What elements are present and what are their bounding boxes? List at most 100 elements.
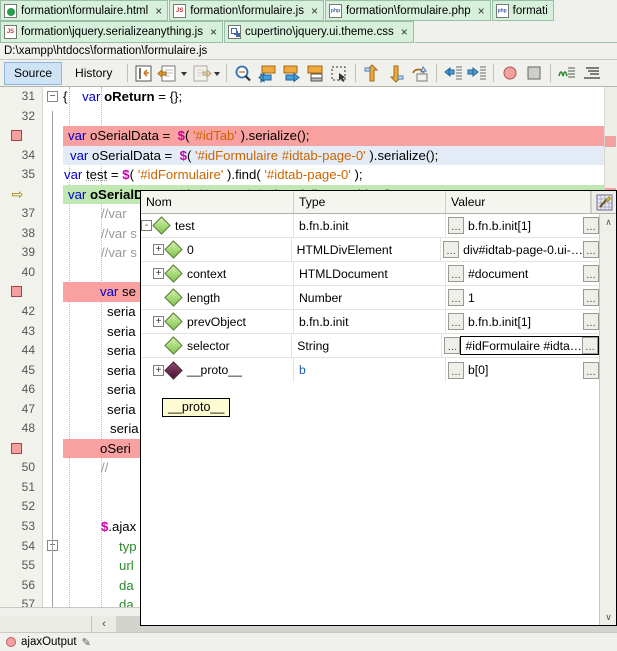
- rectangular-selection-icon[interactable]: [328, 63, 350, 84]
- expand-expander-icon[interactable]: +: [153, 316, 164, 327]
- expand-value-left-button[interactable]: …: [448, 265, 464, 282]
- expand-value-left-button[interactable]: …: [448, 289, 464, 306]
- previous-bookmark-icon[interactable]: [256, 63, 278, 84]
- variable-value-cell[interactable]: … #document …: [446, 262, 599, 285]
- variable-row[interactable]: length Number … 1 …: [141, 286, 599, 310]
- variable-row[interactable]: + __proto__ b … b[0] …: [141, 358, 599, 382]
- popup-vertical-scrollbar[interactable]: ∧ ∨: [599, 214, 616, 625]
- variable-value-cell[interactable]: … b.fn.b.init[1] …: [446, 214, 599, 237]
- breakpoint-marker[interactable]: [0, 439, 42, 459]
- tab-formulaire-php[interactable]: formation\formulaire.php ×: [324, 0, 491, 21]
- step-into-icon[interactable]: [385, 63, 407, 84]
- table-wizard-icon[interactable]: [591, 191, 616, 213]
- comment-icon[interactable]: [523, 63, 545, 84]
- expand-value-right-button[interactable]: …: [583, 265, 599, 282]
- expand-value-left-button[interactable]: …: [448, 217, 464, 234]
- variable-row[interactable]: + context HTMLDocument … #document …: [141, 262, 599, 286]
- toggle-breakpoint-icon[interactable]: [499, 63, 521, 84]
- expand-value-right-button[interactable]: …: [583, 361, 599, 379]
- output-status-bar[interactable]: ajaxOutput ✎: [0, 632, 617, 651]
- tab-close-icon[interactable]: ×: [401, 25, 408, 39]
- variable-value-cell[interactable]: … 1 …: [446, 286, 599, 309]
- toggle-highlight-icon[interactable]: [556, 63, 578, 84]
- expand-value-right-button[interactable]: …: [582, 337, 598, 354]
- no-expander-placeholder: [153, 340, 164, 351]
- breakpoint-marker[interactable]: [0, 126, 42, 146]
- line-number: 52: [21, 499, 35, 514]
- tab-close-icon[interactable]: ×: [311, 4, 318, 18]
- expand-value-left-button[interactable]: …: [448, 313, 464, 330]
- variable-name: length: [187, 290, 221, 305]
- error-stripe-marker[interactable]: [605, 136, 616, 147]
- tab-source[interactable]: Source: [4, 61, 63, 85]
- expand-value-left-button[interactable]: …: [443, 241, 460, 258]
- code-line: var test = $( '#idFormulaire' ).find( '#…: [64, 167, 363, 183]
- variable-name-cell[interactable]: + prevObject: [141, 310, 294, 333]
- edit-pencil-icon[interactable]: ✎: [82, 636, 91, 649]
- step-out-icon[interactable]: [361, 63, 383, 84]
- expand-expander-icon[interactable]: +: [153, 244, 164, 255]
- tab-close-icon[interactable]: ×: [478, 4, 485, 18]
- last-edit-icon[interactable]: [133, 63, 155, 84]
- tab-close-icon[interactable]: ×: [155, 4, 162, 18]
- step-over-icon[interactable]: [409, 63, 431, 84]
- variable-name-cell[interactable]: selector: [141, 334, 293, 357]
- variable-row[interactable]: - test b.fn.b.init … b.fn.b.init[1] …: [141, 214, 599, 238]
- column-header-type[interactable]: Type: [294, 191, 446, 213]
- shift-left-icon[interactable]: [442, 63, 464, 84]
- fold-collapse-icon[interactable]: −: [47, 91, 58, 102]
- breakpoint-icon[interactable]: [10, 286, 22, 298]
- js-file-icon: [4, 25, 17, 39]
- tab-jquery-serializeanything-js[interactable]: formation\jquery.serializeanything.js ×: [0, 21, 223, 43]
- variable-value-cell[interactable]: … b.fn.b.init[1] …: [446, 310, 599, 333]
- code-fold-column[interactable]: − −: [43, 87, 63, 607]
- breakpoint-marker[interactable]: [0, 282, 42, 302]
- variable-value-cell[interactable]: … #idFormulaire #idta… …: [442, 334, 599, 357]
- tab-history[interactable]: History: [66, 63, 121, 84]
- tab-formation-partial[interactable]: formati: [491, 0, 554, 21]
- forward-history-icon[interactable]: [190, 63, 213, 84]
- variable-name-cell[interactable]: length: [141, 286, 294, 309]
- hscroll-left-arrow[interactable]: ‹: [92, 616, 116, 632]
- next-bookmark-icon[interactable]: [280, 63, 302, 84]
- expand-expander-icon[interactable]: +: [153, 268, 164, 279]
- scroll-up-button[interactable]: ∧: [600, 214, 616, 230]
- breakpoint-icon[interactable]: [10, 442, 22, 454]
- column-header-value[interactable]: Valeur: [446, 191, 591, 213]
- tab-close-icon[interactable]: ×: [210, 25, 217, 39]
- variable-name-cell[interactable]: + __proto__: [141, 358, 294, 382]
- collapse-expander-icon[interactable]: -: [141, 220, 152, 231]
- toggle-bookmark-icon[interactable]: [304, 63, 326, 84]
- tab-jquery-ui-theme-css[interactable]: cupertino\jquery.ui.theme.css ×: [223, 21, 414, 43]
- back-history-icon[interactable]: [157, 63, 179, 84]
- tab-formulaire-html[interactable]: formation\formulaire.html ×: [0, 0, 169, 21]
- variable-value-cell[interactable]: … div#idtab-page-0.ui-… …: [441, 238, 599, 261]
- forward-dropdown-icon[interactable]: [213, 63, 222, 83]
- value-wrapper: #document …: [464, 264, 599, 283]
- expand-value-left-button[interactable]: …: [448, 361, 464, 379]
- variable-row-selected[interactable]: selector String … #idFormulaire #idta… …: [141, 334, 599, 358]
- variable-value-cell[interactable]: … b[0] …: [446, 358, 599, 382]
- back-dropdown-icon[interactable]: [180, 63, 189, 83]
- output-tab-label[interactable]: ajaxOutput: [21, 636, 77, 648]
- variable-row[interactable]: + 0 HTMLDivElement … div#idtab-page-0.ui…: [141, 238, 599, 262]
- variables-table-body[interactable]: - test b.fn.b.init … b.fn.b.init[1] … +: [141, 214, 599, 625]
- expand-value-right-button[interactable]: …: [583, 313, 599, 330]
- expand-expander-icon[interactable]: +: [153, 364, 164, 376]
- variable-name-cell[interactable]: - test: [141, 214, 294, 237]
- shift-right-icon[interactable]: [466, 63, 488, 84]
- expand-value-right-button[interactable]: …: [583, 241, 599, 258]
- tab-formulaire-js[interactable]: formation\formulaire.js ×: [169, 0, 324, 21]
- expand-value-right-button[interactable]: …: [583, 217, 599, 234]
- scroll-down-button[interactable]: ∨: [600, 609, 616, 625]
- variable-name-cell[interactable]: + context: [141, 262, 294, 285]
- find-selection-icon[interactable]: [232, 63, 254, 84]
- expand-value-right-button[interactable]: …: [583, 289, 599, 306]
- toggle-indent-icon[interactable]: [580, 63, 602, 84]
- variable-name-cell[interactable]: + 0: [141, 238, 292, 261]
- breakpoint-icon[interactable]: [10, 130, 22, 142]
- column-header-name[interactable]: Nom: [141, 191, 294, 213]
- expand-value-left-button[interactable]: …: [444, 337, 461, 354]
- variable-row[interactable]: + prevObject b.fn.b.init … b.fn.b.init[1…: [141, 310, 599, 334]
- variables-inspector-popup[interactable]: Nom Type Valeur - test b.fn.b.init … b.f…: [140, 190, 617, 626]
